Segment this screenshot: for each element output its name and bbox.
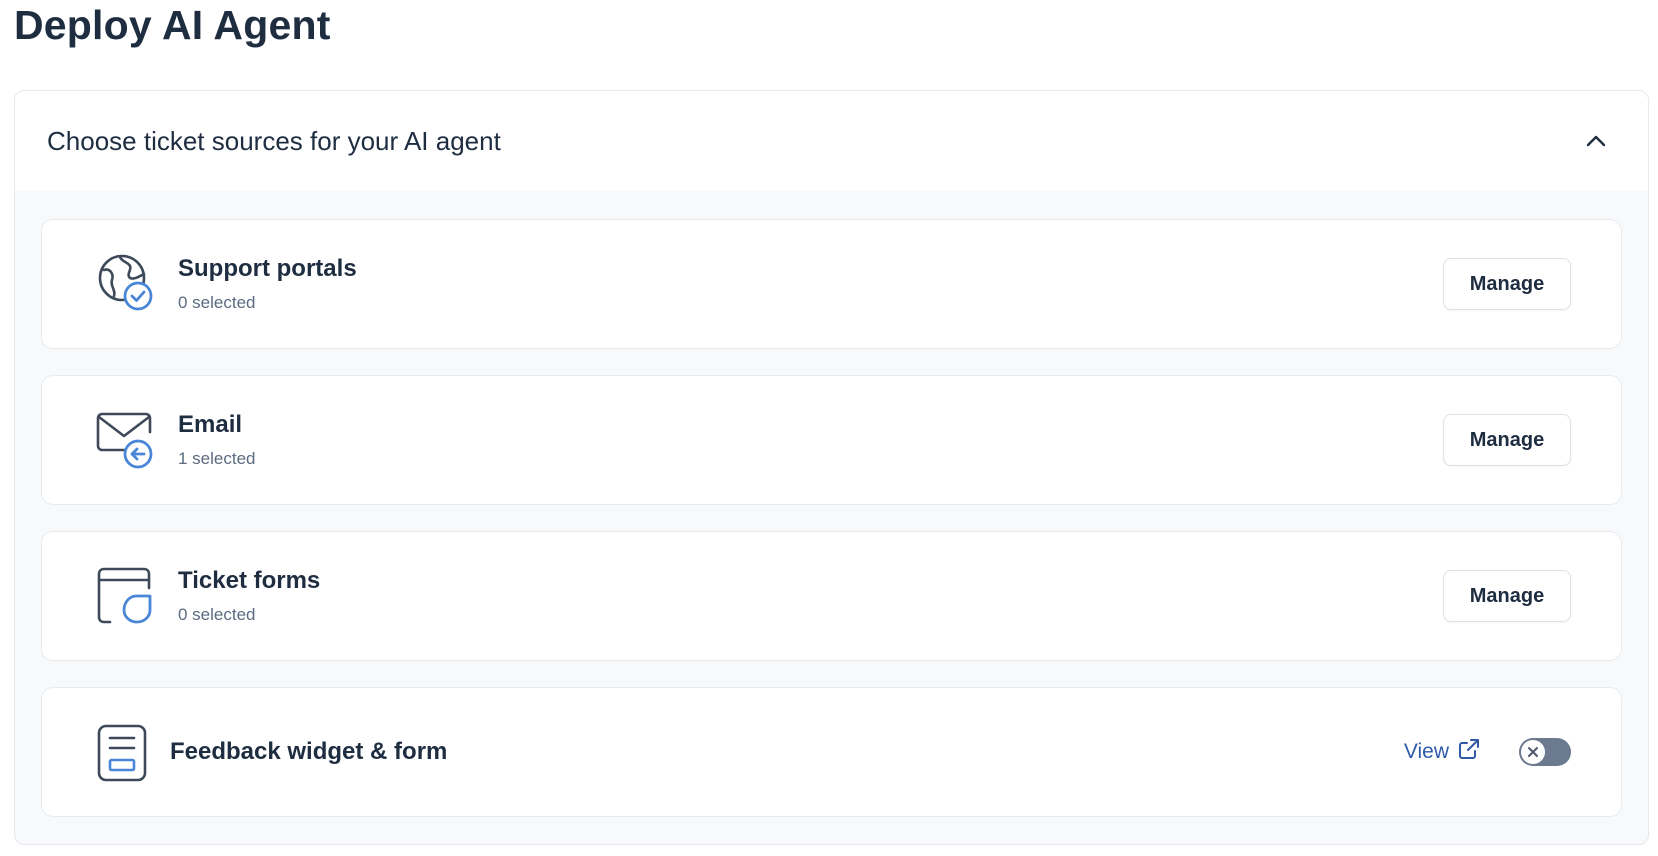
source-selected-count: 0 selected	[178, 605, 256, 624]
view-feedback-link[interactable]: View	[1404, 737, 1481, 767]
panel-title: Choose ticket sources for your AI agent	[47, 125, 501, 156]
source-card-email: Email 1 selected Manage	[41, 375, 1622, 505]
manage-ticket-forms-button[interactable]: Manage	[1443, 570, 1571, 622]
source-card-ticket-forms: Ticket forms 0 selected Manage	[41, 531, 1622, 661]
source-title: Support portals	[178, 255, 357, 282]
source-title: Ticket forms	[178, 567, 321, 594]
page-title: Deploy AI Agent	[14, 2, 331, 48]
chevron-up-icon[interactable]	[1582, 127, 1610, 155]
manage-support-portals-button[interactable]: Manage	[1443, 258, 1571, 310]
source-selected-count: 1 selected	[178, 449, 256, 468]
globe-check-icon	[96, 252, 156, 316]
source-card-support-portals: Support portals 0 selected Manage	[41, 219, 1622, 349]
source-card-feedback-widget: Feedback widget & form View	[41, 687, 1622, 817]
form-window-icon	[96, 564, 156, 628]
view-label: View	[1403, 740, 1449, 763]
ticket-sources-panel: Choose ticket sources for your AI agent …	[14, 90, 1649, 845]
source-selected-count: 0 selected	[178, 293, 256, 312]
external-link-icon	[1457, 737, 1481, 767]
panel-header[interactable]: Choose ticket sources for your AI agent	[15, 91, 1648, 191]
manage-email-button[interactable]: Manage	[1443, 414, 1571, 466]
close-icon	[1521, 740, 1545, 764]
source-title: Feedback widget & form	[170, 738, 448, 765]
feedback-toggle[interactable]	[1519, 738, 1571, 766]
feedback-form-icon	[96, 720, 156, 784]
source-title: Email	[178, 411, 243, 438]
mail-in-icon	[96, 408, 156, 472]
